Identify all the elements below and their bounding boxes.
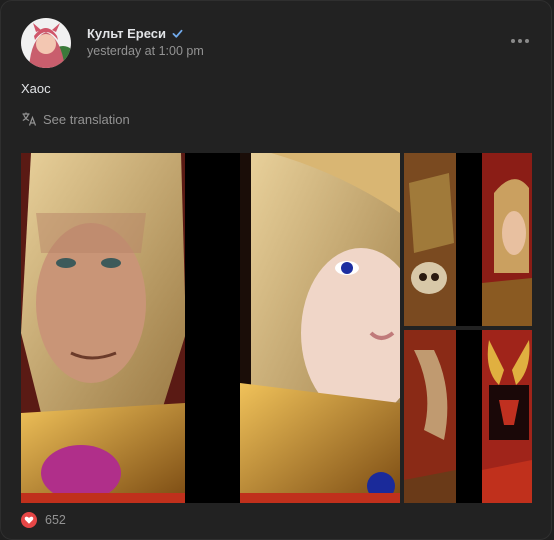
like-count[interactable]: 652 [45, 513, 66, 527]
heart-icon [24, 516, 34, 524]
see-translation-label[interactable]: See translation [43, 112, 130, 127]
more-options-button[interactable] [509, 34, 531, 48]
more-horizontal-icon-dot [525, 39, 529, 43]
author-name-text[interactable]: Культ Ереси [87, 26, 166, 41]
post-footer: 652 [21, 512, 66, 528]
photo-top-right[interactable] [404, 153, 532, 326]
photo-main[interactable] [21, 153, 400, 503]
post-card: Культ Ереси yesterday at 1:00 pm Хаос Se… [0, 0, 552, 540]
more-horizontal-icon-dot [518, 39, 522, 43]
like-button[interactable] [21, 512, 37, 528]
more-horizontal-icon-dot [511, 39, 515, 43]
verified-check-icon [172, 29, 183, 38]
post-text: Хаос [21, 81, 51, 96]
author-name[interactable]: Культ Ереси [87, 26, 184, 41]
photo-bottom-right[interactable] [404, 330, 532, 503]
post-timestamp[interactable]: yesterday at 1:00 pm [87, 44, 204, 58]
photo-gallery [21, 153, 532, 503]
see-translation-link[interactable]: See translation [21, 111, 130, 127]
author-avatar[interactable] [21, 18, 71, 68]
translate-icon [22, 112, 37, 126]
